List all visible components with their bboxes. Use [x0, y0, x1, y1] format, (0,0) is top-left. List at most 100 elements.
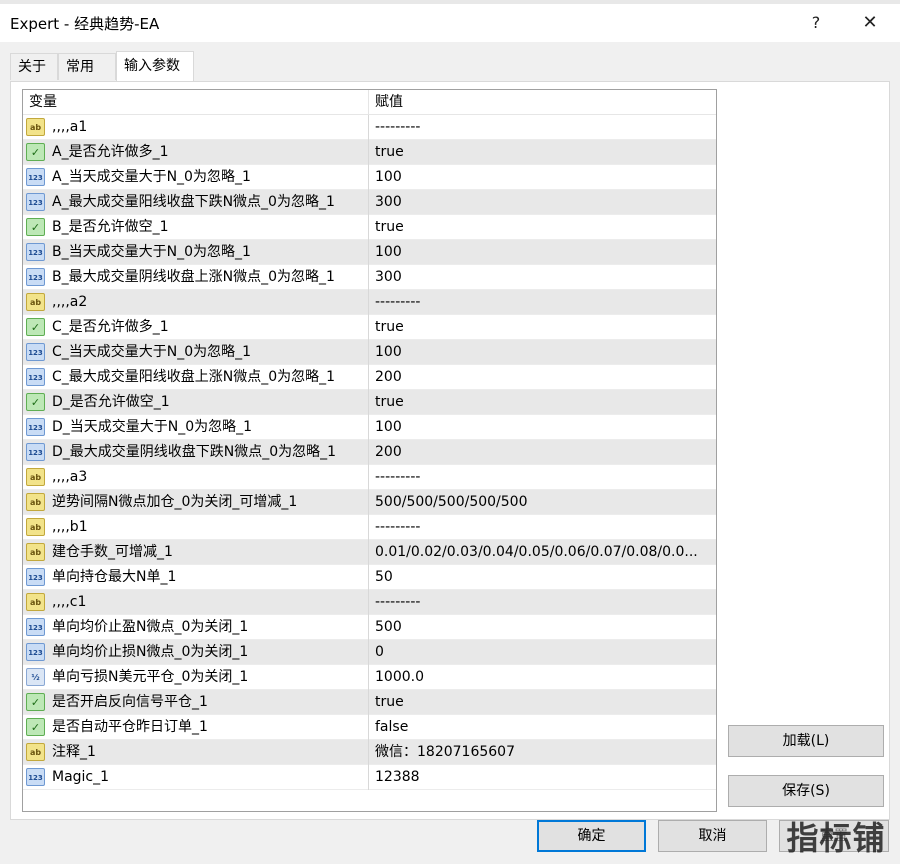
parameter-name: D_是否允许做空_1	[52, 394, 170, 410]
title-bar: Expert - 经典趋势-EA ? ✕	[0, 4, 900, 42]
parameter-value[interactable]: true	[375, 140, 713, 165]
parameter-value[interactable]: 100	[375, 165, 713, 190]
column-divider	[368, 665, 369, 690]
table-row[interactable]: ab ,,,,a3 ---------	[23, 465, 716, 490]
parameter-value[interactable]: 100	[375, 240, 713, 265]
inputs-panel: 变量 赋值 ab ,,,,a1 --------- ✓ A_是否允许做多_1 true 12…	[10, 81, 890, 820]
parameter-value[interactable]: ---------	[375, 290, 713, 315]
parameter-name: A_最大成交量阳线收盘下跌N微点_0为忽略_1	[52, 194, 335, 210]
help-button[interactable]: ?	[796, 8, 836, 38]
parameter-value[interactable]: true	[375, 390, 713, 415]
tab-about[interactable]: 关于	[10, 53, 58, 80]
table-row[interactable]: ab 建仓手数_可增减_1 0.01/0.02/0.03/0.04/0.05/0.0…	[23, 540, 716, 565]
table-row[interactable]: 123 D_当天成交量大于N_0为忽略_1 100	[23, 415, 716, 440]
table-row[interactable]: ✓ D_是否允许做空_1 true	[23, 390, 716, 415]
parameter-name: ,,,,a2	[52, 294, 88, 310]
parameter-value[interactable]: 200	[375, 440, 713, 465]
table-row[interactable]: 123 B_当天成交量大于N_0为忽略_1 100	[23, 240, 716, 265]
parameter-value[interactable]: 200	[375, 365, 713, 390]
column-divider	[368, 340, 369, 365]
ok-button[interactable]: 确定	[537, 820, 646, 852]
parameter-name: ,,,,b1	[52, 519, 88, 535]
integer-type-icon: 123	[26, 268, 45, 286]
column-divider	[368, 765, 369, 790]
text-type-icon: ab	[26, 493, 45, 511]
watermark-logo: 指标铺	[786, 819, 886, 857]
tab-inputs[interactable]: 输入参数	[116, 51, 194, 81]
text-type-icon: ab	[26, 468, 45, 486]
table-row[interactable]: 123 C_当天成交量大于N_0为忽略_1 100	[23, 340, 716, 365]
table-row[interactable]: ✓ C_是否允许做多_1 true	[23, 315, 716, 340]
parameter-name: C_最大成交量阳线收盘上涨N微点_0为忽略_1	[52, 369, 336, 385]
column-divider	[368, 540, 369, 565]
text-type-icon: ab	[26, 293, 45, 311]
table-row[interactable]: ✓ B_是否允许做空_1 true	[23, 215, 716, 240]
bool-type-icon: ✓	[26, 718, 45, 736]
parameter-value[interactable]: ---------	[375, 115, 713, 140]
parameter-value[interactable]: 100	[375, 415, 713, 440]
table-row[interactable]: ab ,,,,a1 ---------	[23, 115, 716, 140]
table-row[interactable]: ½ 单向亏损N美元平仓_0为关闭_1 1000.0	[23, 665, 716, 690]
integer-type-icon: 123	[26, 768, 45, 786]
cancel-button[interactable]: 取消	[658, 820, 767, 852]
parameter-value[interactable]: 500/500/500/500/500	[375, 490, 713, 515]
table-row[interactable]: 123 C_最大成交量阳线收盘上涨N微点_0为忽略_1 200	[23, 365, 716, 390]
text-type-icon: ab	[26, 593, 45, 611]
table-row[interactable]: ab ,,,,b1 ---------	[23, 515, 716, 540]
column-divider	[368, 515, 369, 540]
parameter-value[interactable]: 1000.0	[375, 665, 713, 690]
column-divider	[368, 690, 369, 715]
column-header-value[interactable]: 赋值	[375, 90, 403, 115]
column-separator[interactable]	[368, 90, 369, 115]
parameter-value[interactable]: false	[375, 715, 713, 740]
column-divider	[368, 190, 369, 215]
table-row[interactable]: 123 A_当天成交量大于N_0为忽略_1 100	[23, 165, 716, 190]
parameter-name: C_当天成交量大于N_0为忽略_1	[52, 344, 252, 360]
integer-type-icon: 123	[26, 618, 45, 636]
table-row[interactable]: 123 A_最大成交量阳线收盘下跌N微点_0为忽略_1 300	[23, 190, 716, 215]
text-type-icon: ab	[26, 543, 45, 561]
table-row[interactable]: ab 逆势间隔N微点加仓_0为关闭_可增减_1 500/500/500/500/50…	[23, 490, 716, 515]
table-row[interactable]: 123 D_最大成交量阴线收盘下跌N微点_0为忽略_1 200	[23, 440, 716, 465]
parameter-value[interactable]: 0	[375, 640, 713, 665]
column-divider	[368, 565, 369, 590]
parameter-value[interactable]: true	[375, 215, 713, 240]
column-header-variable[interactable]: 变量	[29, 90, 57, 115]
parameter-value[interactable]: 0.01/0.02/0.03/0.04/0.05/0.06/0.07/0.08/…	[375, 540, 713, 565]
column-divider	[368, 165, 369, 190]
parameter-value[interactable]: true	[375, 690, 713, 715]
integer-type-icon: 123	[26, 568, 45, 586]
tab-common[interactable]: 常用	[58, 53, 116, 80]
parameter-value[interactable]: 300	[375, 190, 713, 215]
table-row[interactable]: ab ,,,,a2 ---------	[23, 290, 716, 315]
parameter-value[interactable]: true	[375, 315, 713, 340]
double-type-icon: ½	[26, 668, 45, 686]
parameter-value[interactable]: ---------	[375, 590, 713, 615]
parameter-value[interactable]: 50	[375, 565, 713, 590]
table-row[interactable]: 123 Magic_1 12388	[23, 765, 716, 790]
table-row[interactable]: ab ,,,,c1 ---------	[23, 590, 716, 615]
table-row[interactable]: ✓ 是否开启反向信号平仓_1 true	[23, 690, 716, 715]
text-type-icon: ab	[26, 118, 45, 136]
parameter-name: 是否自动平仓昨日订单_1	[52, 719, 208, 735]
parameter-value[interactable]: 12388	[375, 765, 713, 790]
parameter-value[interactable]: 微信：18207165607	[375, 740, 713, 765]
grid-header: 变量 赋值	[23, 90, 716, 115]
load-button[interactable]: 加载(L)	[728, 725, 884, 757]
table-row[interactable]: 123 单向持仓最大N单_1 50	[23, 565, 716, 590]
table-row[interactable]: ✓ A_是否允许做多_1 true	[23, 140, 716, 165]
table-row[interactable]: 123 单向均价止盈N微点_0为关闭_1 500	[23, 615, 716, 640]
parameter-value[interactable]: 500	[375, 615, 713, 640]
parameter-value[interactable]: 300	[375, 265, 713, 290]
parameter-value[interactable]: ---------	[375, 515, 713, 540]
column-divider	[368, 615, 369, 640]
table-row[interactable]: 123 B_最大成交量阴线收盘上涨N微点_0为忽略_1 300	[23, 265, 716, 290]
parameter-value[interactable]: 100	[375, 340, 713, 365]
table-row[interactable]: 123 单向均价止损N微点_0为关闭_1 0	[23, 640, 716, 665]
save-button[interactable]: 保存(S)	[728, 775, 884, 807]
parameter-value[interactable]: ---------	[375, 465, 713, 490]
table-row[interactable]: ✓ 是否自动平仓昨日订单_1 false	[23, 715, 716, 740]
close-button[interactable]: ✕	[850, 8, 890, 38]
table-row[interactable]: ab 注释_1 微信：18207165607	[23, 740, 716, 765]
bool-type-icon: ✓	[26, 693, 45, 711]
